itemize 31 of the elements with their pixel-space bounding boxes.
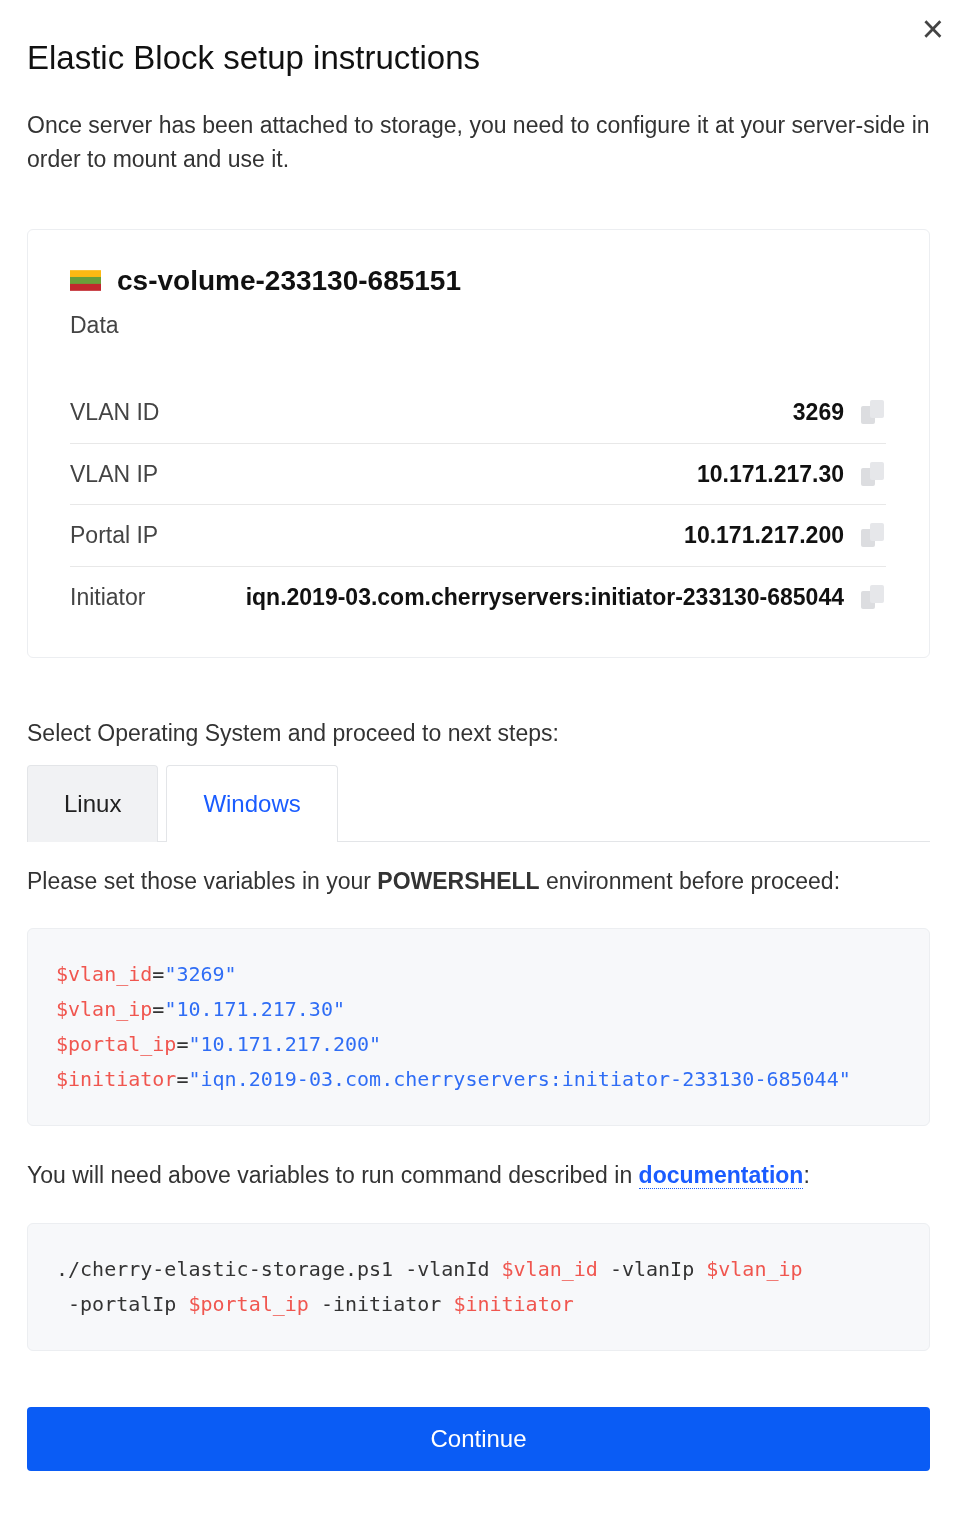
instruction-text: Please set those variables in your POWERSHELL environment before proceed: (27, 866, 842, 896)
detail-value: 10.171.217.30 (696, 459, 844, 489)
detail-label: Portal IP (70, 521, 159, 551)
volume-subtitle: Data (70, 310, 120, 340)
volume-name: cs-volume-233130-685151 (117, 263, 461, 298)
detail-label: VLAN ID (70, 398, 160, 428)
copy-icon[interactable] (860, 399, 886, 426)
detail-label: Initiator (70, 582, 146, 612)
documentation-link[interactable]: documentation (638, 1162, 804, 1190)
code-line: $vlan_id="3269" (56, 961, 238, 989)
code-line: $vlan_ip="10.171.217.30" (56, 996, 346, 1024)
instruction-text: You will need above variables to run command described in documentation: (27, 1161, 811, 1192)
dialog-title: Elastic Block setup instructions (27, 38, 482, 78)
os-tab[interactable]: Linux (27, 764, 159, 842)
code-line: $portal_ip="10.171.217.200" (56, 1031, 383, 1059)
os-prompt: Select Operating System and proceed to next steps: (27, 719, 560, 749)
code-line: -portalIp $portal_ip -initiator $initiator (67, 1290, 575, 1318)
detail-value: 10.171.217.200 (684, 521, 844, 551)
code-line: $initiator="iqn.2019-03.com.cherryservers:initiator-233130-685044" (56, 1066, 852, 1094)
close-button[interactable]: × (913, 6, 952, 52)
code-line: ./cherry-elastic-storage.ps1 -vlanId $vlan_id -vlanIp $vlan_ip (56, 1255, 804, 1283)
os-tab[interactable]: Windows (166, 764, 338, 842)
detail-label: VLAN IP (70, 459, 159, 489)
detail-value: iqn.2019-03.com.cherryservers:initiator-233130-685044 (245, 582, 844, 612)
copy-icon[interactable] (860, 460, 886, 487)
flag-icon (70, 270, 101, 292)
intro-text: Once server has been attached to storage, you need to configure it at your server-side in order to mount and use it. (27, 110, 930, 175)
copy-icon[interactable] (860, 522, 886, 549)
continue-button[interactable]: Continue (27, 1406, 930, 1471)
copy-icon[interactable] (860, 583, 886, 610)
detail-value: 3269 (792, 398, 844, 428)
